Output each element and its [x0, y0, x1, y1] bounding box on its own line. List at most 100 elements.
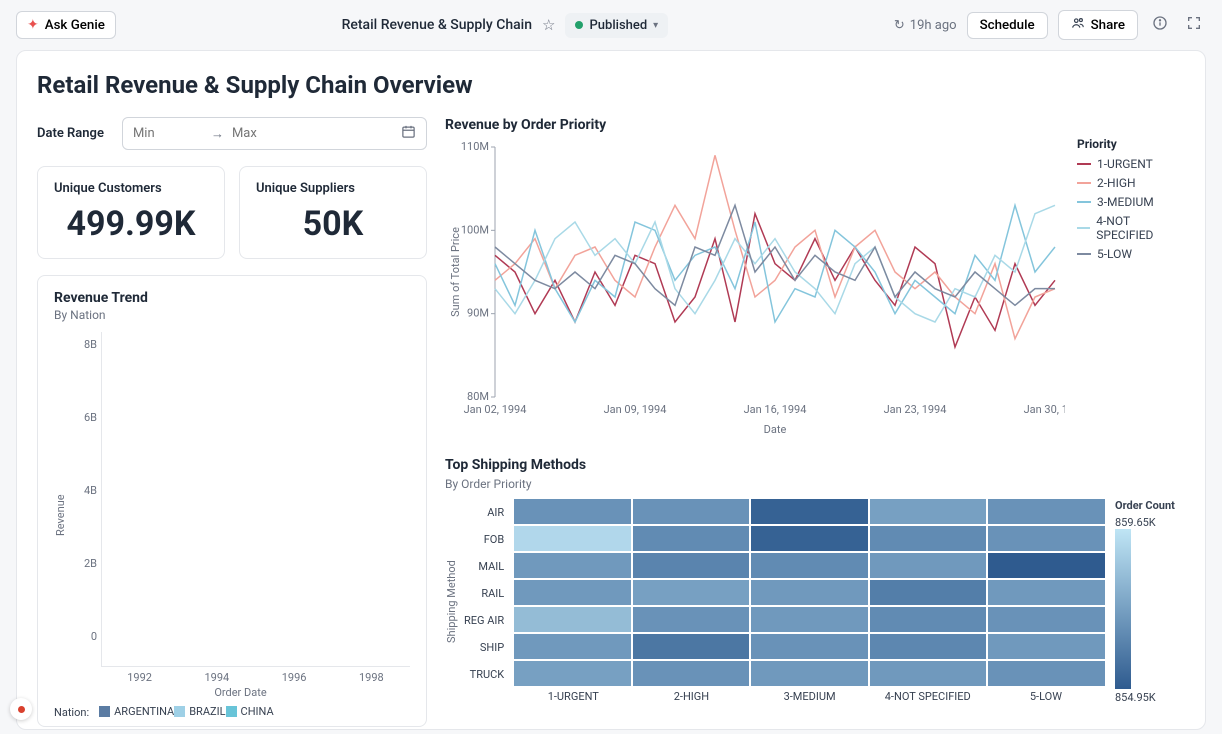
svg-text:90M: 90M [467, 307, 489, 320]
heatmap-cell [751, 526, 868, 551]
schedule-button[interactable]: Schedule [967, 12, 1048, 39]
revenue-trend-card: Revenue Trend By Nation Revenue 8B6B4B2B… [37, 275, 427, 727]
heatmap-cell [751, 634, 868, 659]
heatmap-cell [514, 634, 631, 659]
legend-item[interactable]: CHINA [226, 705, 274, 718]
heatmap-cell [633, 661, 750, 686]
heatmap-row [514, 526, 1105, 551]
heatmap-row-label: AIR [464, 499, 508, 526]
heatmap-row-label: MAIL [464, 553, 508, 580]
heatmap-row-label: REG AIR [464, 607, 508, 634]
heatmap-cell [633, 526, 750, 551]
card-title: Revenue by Order Priority [445, 117, 1185, 133]
schedule-label: Schedule [980, 18, 1035, 33]
heatmap-cell [751, 499, 868, 524]
bar-legend: Nation: ARGENTINABRAZILCHINA [54, 705, 410, 720]
svg-text:Jan 30, 1994: Jan 30, 1994 [1024, 403, 1065, 416]
revenue-priority-card: Revenue by Order Priority 80M90M100M110M… [445, 117, 1185, 441]
heatmap-row [514, 607, 1105, 632]
y-axis-ticks: 8B6B4B2B0 [71, 332, 101, 671]
legend-item[interactable]: 2-HIGH [1077, 176, 1185, 190]
heatmap-cell [988, 607, 1105, 632]
heatmap-row-labels: AIRFOBMAILRAILREG AIRSHIPTRUCK [464, 499, 508, 704]
refresh-button[interactable]: ↻ 19h ago [894, 18, 957, 33]
heatmap-cell [988, 634, 1105, 659]
floating-indicator[interactable] [10, 698, 32, 720]
published-label: Published [589, 18, 647, 33]
heatmap-row-label: TRUCK [464, 661, 508, 688]
heatmap-cell [633, 553, 750, 578]
y-axis-label: Shipping Method [445, 499, 458, 704]
y-axis-label: Revenue [54, 332, 67, 699]
legend-item[interactable]: 3-MEDIUM [1077, 195, 1185, 209]
heatmap-color-scale: Order Count 859.65K 854.95K [1115, 499, 1185, 704]
fullscreen-icon[interactable] [1182, 11, 1206, 39]
heatmap-row [514, 553, 1105, 578]
legend-label: Nation: [54, 706, 89, 719]
svg-text:Date: Date [764, 423, 787, 436]
legend-item[interactable]: 1-URGENT [1077, 157, 1185, 171]
x-axis-label: Order Date [71, 686, 410, 699]
share-button[interactable]: Share [1058, 10, 1138, 40]
kpi-unique-customers: Unique Customers 499.99K [37, 166, 225, 259]
info-icon[interactable] [1148, 11, 1172, 39]
kpi-value: 499.99K [54, 204, 208, 244]
date-range-picker[interactable]: → [122, 117, 427, 150]
heatmap-cell [633, 607, 750, 632]
heatmap-cell [633, 580, 750, 605]
heatmap-cell [514, 607, 631, 632]
swatch-icon [174, 706, 185, 717]
date-min-input[interactable] [133, 126, 203, 141]
bar-plot-area [101, 332, 410, 667]
kpi-label: Unique Suppliers [256, 181, 410, 196]
dashboard-title: Retail Revenue & Supply Chain [342, 17, 532, 33]
line-chart: 80M90M100M110MSum of Total PriceJan 02, … [445, 137, 1065, 441]
share-label: Share [1091, 18, 1125, 33]
date-max-input[interactable] [232, 126, 302, 141]
ask-genie-button[interactable]: ✦ Ask Genie [16, 11, 116, 39]
card-title: Top Shipping Methods [445, 457, 1185, 473]
date-range-row: Date Range → [37, 117, 427, 150]
star-icon[interactable]: ☆ [542, 16, 555, 34]
heatmap-cell [870, 499, 987, 524]
card-subtitle: By Nation [54, 308, 410, 322]
heatmap-cell [514, 661, 631, 686]
gradient-bar-icon [1115, 529, 1131, 689]
heatmap-cell [870, 553, 987, 578]
heatmap-row-label: RAIL [464, 580, 508, 607]
legend-title: Priority [1077, 137, 1185, 151]
heatmap-cell [870, 526, 987, 551]
legend-item[interactable]: 5-LOW [1077, 247, 1185, 261]
legend-item[interactable]: BRAZIL [174, 705, 225, 718]
heatmap-cell [514, 499, 631, 524]
calendar-icon[interactable] [401, 124, 416, 143]
scale-max: 859.65K [1115, 516, 1185, 529]
heatmap-cell [751, 661, 868, 686]
line-series [495, 205, 1055, 305]
legend-item[interactable]: ARGENTINA [99, 705, 174, 718]
heatmap-cell [988, 553, 1105, 578]
line-swatch-icon [1077, 182, 1091, 184]
heatmap-cell [633, 634, 750, 659]
svg-text:Jan 09, 1994: Jan 09, 1994 [604, 403, 667, 416]
heatmap-cell [514, 580, 631, 605]
x-axis-ticks: 1992199419961998 [101, 671, 410, 684]
red-dot-icon [18, 706, 25, 713]
heatmap-cell [870, 607, 987, 632]
legend-item[interactable]: 4-NOT SPECIFIED [1077, 214, 1185, 242]
heatmap-cell [514, 526, 631, 551]
heatmap-row [514, 499, 1105, 524]
published-dropdown[interactable]: Published ▾ [565, 13, 668, 38]
topbar: ✦ Ask Genie Retail Revenue & Supply Chai… [0, 0, 1222, 50]
date-range-label: Date Range [37, 126, 104, 141]
heatmap-col-label: 2-HIGH [632, 690, 750, 703]
heatmap-cell [751, 553, 868, 578]
svg-text:Jan 02, 1994: Jan 02, 1994 [464, 403, 527, 416]
ask-genie-label: Ask Genie [45, 18, 105, 33]
heatmap-cell [751, 580, 868, 605]
page-card: Retail Revenue & Supply Chain Overview D… [16, 50, 1206, 730]
line-swatch-icon [1077, 227, 1090, 229]
line-chart-svg: 80M90M100M110MSum of Total PriceJan 02, … [445, 137, 1065, 437]
heatmap-col-label: 3-MEDIUM [751, 690, 869, 703]
heatmap-grid [514, 499, 1105, 686]
